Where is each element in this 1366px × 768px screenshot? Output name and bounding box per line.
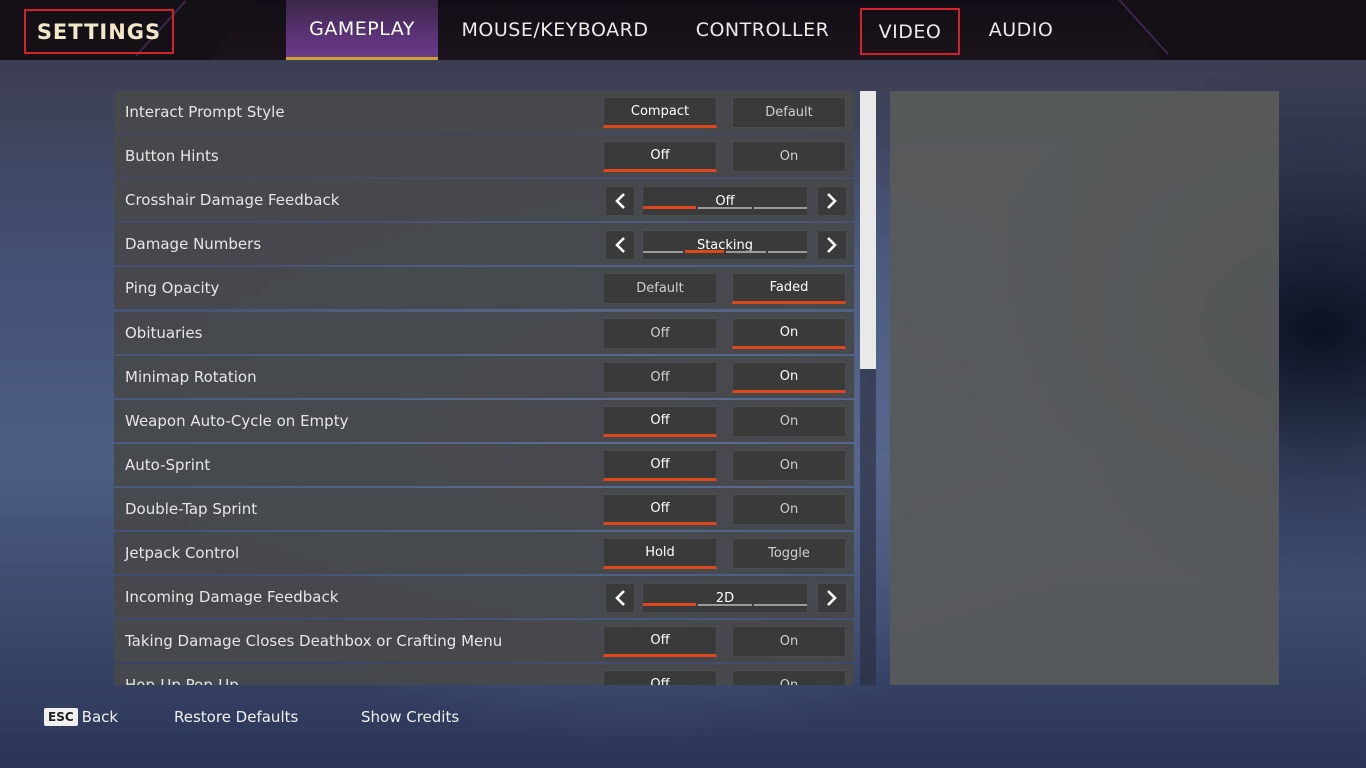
tab-gameplay[interactable]: GAMEPLAY [286, 0, 438, 60]
setting-label: Ping Opacity [125, 279, 220, 297]
setting-row[interactable]: Jetpack Control Hold Toggle [114, 532, 854, 574]
setting-label: Double-Tap Sprint [125, 500, 258, 518]
setting-row[interactable]: Auto-Sprint Off On [114, 444, 854, 486]
setting-row[interactable]: Incoming Damage Feedback 2D [114, 576, 854, 618]
chevron-right-icon[interactable] [817, 583, 847, 613]
chevron-right-icon[interactable] [817, 186, 847, 216]
setting-option-button[interactable]: On [732, 670, 846, 685]
tab-mouse-keyboard[interactable]: MOUSE/KEYBOARD [455, 0, 655, 60]
chevron-left-icon[interactable] [605, 186, 635, 216]
page-title: SETTINGS [24, 9, 174, 54]
setting-row[interactable]: Ping Opacity Default Faded [114, 267, 854, 309]
setting-label: Interact Prompt Style [125, 103, 285, 121]
settings-list: Interact Prompt Style Compact Default Butto… [114, 91, 854, 685]
setting-label: Incoming Damage Feedback [125, 588, 339, 606]
cycle-segment-indicator [643, 206, 697, 209]
setting-label: Taking Damage Closes Deathbox or Craftin… [125, 632, 503, 650]
setting-option-button[interactable]: Hold [603, 538, 717, 569]
back-button[interactable]: ESC Back [44, 706, 118, 728]
setting-option-button[interactable]: Off [603, 494, 717, 525]
setting-option-button[interactable]: On [732, 406, 846, 437]
chevron-right-icon[interactable] [817, 230, 847, 260]
setting-option-button[interactable]: Toggle [732, 538, 846, 569]
setting-label: Obituaries [125, 324, 203, 342]
setting-option-button[interactable]: On [732, 141, 846, 172]
setting-option-button[interactable]: On [732, 450, 846, 481]
tab-video[interactable]: VIDEO [860, 8, 960, 55]
cycle-segment-indicator [753, 604, 807, 606]
chevron-left-icon[interactable] [605, 583, 635, 613]
setting-row[interactable]: Hop-Up Pop-Up Off On [114, 664, 854, 685]
setting-option-button[interactable]: Compact [603, 97, 717, 128]
setting-row[interactable]: Interact Prompt Style Compact Default [114, 91, 854, 133]
setting-option-button[interactable]: Default [732, 97, 846, 128]
setting-option-button[interactable]: Off [603, 626, 717, 657]
setting-row[interactable]: Weapon Auto-Cycle on Empty Off On [114, 400, 854, 442]
setting-option-button[interactable]: Off [603, 450, 717, 481]
cycle-segment-indicator [726, 251, 766, 253]
setting-option-button[interactable]: Default [603, 273, 717, 304]
tab-audio[interactable]: AUDIO [975, 0, 1067, 60]
setting-description-panel [890, 91, 1279, 685]
cycle-segment-indicator [684, 250, 724, 253]
setting-option-button[interactable]: On [732, 494, 846, 525]
setting-option-button[interactable]: On [732, 362, 846, 393]
scrollbar-thumb[interactable] [860, 91, 876, 369]
restore-defaults-button[interactable]: Restore Defaults [174, 706, 298, 728]
setting-option-button[interactable]: On [732, 318, 846, 349]
cycle-segment-indicator [643, 251, 683, 253]
show-credits-button[interactable]: Show Credits [361, 706, 459, 728]
setting-row[interactable]: Minimap Rotation Off On [114, 356, 854, 398]
top-navigation-bar: SETTINGS GAMEPLAY MOUSE/KEYBOARD CONTROL… [0, 0, 1366, 60]
setting-row[interactable]: Taking Damage Closes Deathbox or Craftin… [114, 620, 854, 662]
setting-label: Jetpack Control [125, 544, 240, 562]
setting-cycle-value: Stacking [642, 230, 808, 260]
setting-label: Damage Numbers [125, 235, 262, 253]
setting-label: Button Hints [125, 147, 219, 165]
tab-controller[interactable]: CONTROLLER [685, 0, 840, 60]
setting-cycle-value: 2D [642, 583, 808, 613]
setting-option-button[interactable]: Off [603, 362, 717, 393]
setting-option-button[interactable]: Faded [732, 273, 846, 304]
cycle-segment-indicator [767, 251, 807, 253]
back-label: Back [81, 708, 119, 726]
setting-option-button[interactable]: Off [603, 406, 717, 437]
setting-label: Minimap Rotation [125, 368, 257, 386]
cycle-segment-indicator [643, 603, 697, 606]
setting-row[interactable]: Crosshair Damage Feedback Off [114, 179, 854, 221]
setting-row[interactable]: Obituaries Off On [114, 312, 854, 354]
header-right-decoration [1116, 0, 1366, 60]
cycle-segment-indicator [698, 207, 752, 209]
setting-option-button[interactable]: Off [603, 670, 717, 685]
setting-option-button[interactable]: On [732, 626, 846, 657]
setting-option-button[interactable]: Off [603, 141, 717, 172]
settings-scrollbar[interactable] [860, 91, 876, 685]
setting-row[interactable]: Button Hints Off On [114, 135, 854, 177]
setting-row[interactable]: Double-Tap Sprint Off On [114, 488, 854, 530]
setting-label: Weapon Auto-Cycle on Empty [125, 412, 349, 430]
setting-cycle-value: Off [642, 186, 808, 216]
setting-label: Auto-Sprint [125, 456, 211, 474]
setting-row[interactable]: Damage Numbers Stacking [114, 223, 854, 265]
setting-label: Crosshair Damage Feedback [125, 191, 340, 209]
esc-key-icon: ESC [44, 708, 78, 726]
cycle-segment-indicator [698, 604, 752, 606]
cycle-segment-indicator [753, 207, 807, 209]
chevron-left-icon[interactable] [605, 230, 635, 260]
setting-option-button[interactable]: Off [603, 318, 717, 349]
setting-label: Hop-Up Pop-Up [125, 676, 239, 685]
